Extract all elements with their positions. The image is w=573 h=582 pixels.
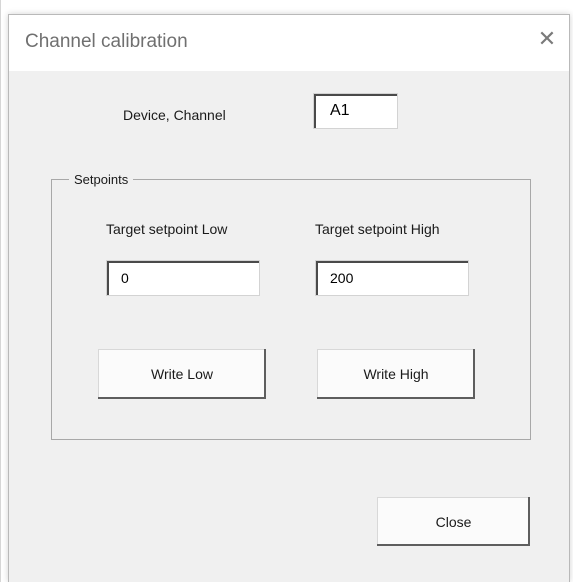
close-icon[interactable]: ✕ [533,25,561,53]
field-border-left [314,94,316,128]
channel-calibration-dialog: Channel calibration ✕ Device, Channel A1… [8,14,570,582]
target-setpoint-high-input[interactable]: 200 [315,260,469,296]
field-border-left [107,261,109,295]
target-setpoint-high-value: 200 [330,270,354,286]
setpoints-groupbox [51,179,531,440]
device-channel-value: A1 [330,102,350,119]
field-border-left [316,261,318,295]
target-setpoint-high-label: Target setpoint High [315,221,440,237]
close-button-label: Close [435,513,472,530]
field-border-top [316,261,468,263]
write-high-button[interactable]: Write High [317,349,475,399]
device-channel-label: Device, Channel [123,107,226,123]
write-low-button-label: Write Low [151,366,213,382]
target-setpoint-low-value: 0 [121,270,129,286]
write-high-button-label: Write High [363,366,429,382]
backdrop-edge [0,0,1,582]
close-button[interactable]: Close [377,497,530,546]
target-setpoint-low-input[interactable]: 0 [106,260,260,296]
field-border-top [107,261,259,263]
target-setpoint-low-label: Target setpoint Low [106,221,228,237]
write-low-button[interactable]: Write Low [98,349,266,399]
dialog-titlebar: Channel calibration ✕ [9,15,569,71]
field-border-top [314,94,397,96]
device-channel-field[interactable]: A1 [313,93,398,129]
dialog-title: Channel calibration [25,31,188,52]
setpoints-legend: Setpoints [69,172,134,187]
